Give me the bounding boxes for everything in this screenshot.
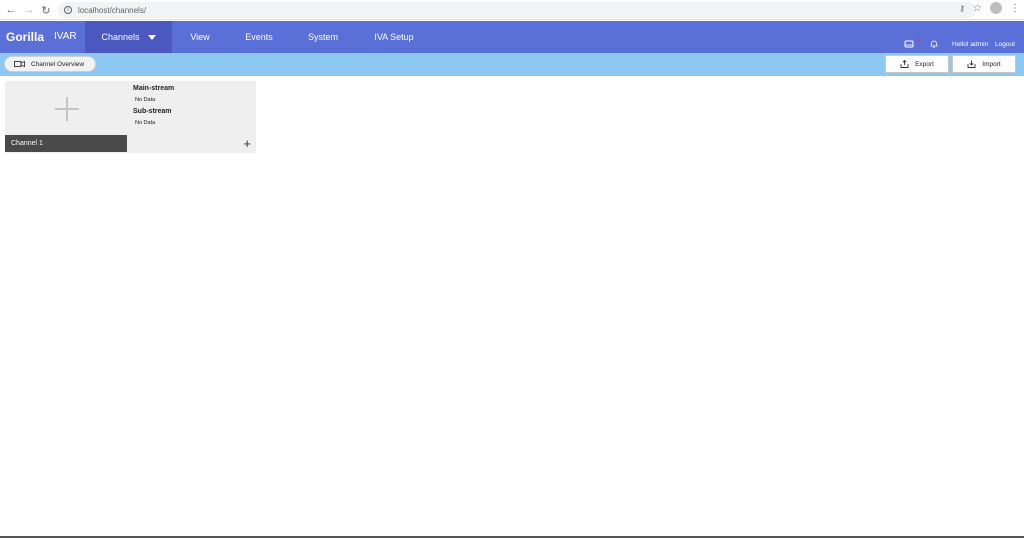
address-bar[interactable]: i localhost/channels/ (58, 2, 976, 18)
export-label: Export (915, 60, 934, 68)
sub-stream-value: No Data (135, 120, 156, 126)
main-stream-title: Main-stream (133, 85, 175, 92)
import-button[interactable]: Import (952, 55, 1016, 73)
key-icon[interactable]: ⚷ (959, 4, 965, 13)
import-label: Import (982, 60, 1001, 68)
channel-thumbnail[interactable] (5, 81, 128, 137)
tab-iva-setup[interactable]: IVA Setup (356, 21, 432, 53)
info-icon[interactable]: i (64, 6, 72, 14)
browser-menu-icon[interactable]: ⋮ (1010, 3, 1020, 14)
tab-system[interactable]: System (290, 21, 356, 53)
plus-icon (54, 97, 79, 121)
export-button[interactable]: Export (885, 55, 949, 73)
tab-iva-setup-label: IVA Setup (374, 32, 414, 42)
tab-events-label: Events (245, 32, 273, 42)
channel-card: Channel 1 Main-stream No Data Sub-stream… (5, 81, 256, 153)
browser-toolbar: ← → ↻ i localhost/channels/ ⚷ ☆ ⋮ (0, 0, 1024, 20)
user-greeting: Hello! admin (952, 41, 989, 48)
url-text: localhost/channels/ (78, 5, 147, 15)
bell-icon[interactable] (929, 40, 939, 48)
back-icon[interactable]: ← (2, 1, 20, 19)
add-stream-icon[interactable]: + (243, 137, 251, 150)
tab-channels[interactable]: Channels (85, 21, 172, 53)
star-icon[interactable]: ☆ (973, 3, 982, 14)
tab-channels-label: Channels (101, 32, 140, 42)
forward-icon[interactable]: → (20, 1, 38, 19)
storage-icon[interactable] (904, 40, 914, 48)
export-icon (900, 60, 909, 68)
sub-toolbar: Channel Overview Export Import (0, 53, 1024, 76)
tab-events[interactable]: Events (228, 21, 290, 53)
logout-link[interactable]: Logout (995, 41, 1015, 48)
brand-logo: Gorilla (6, 30, 45, 44)
channel-overview-button[interactable]: Channel Overview (4, 56, 96, 72)
channel-overview-label: Channel Overview (31, 60, 85, 68)
browser-actions: ⚷ ☆ ⋮ (959, 2, 1020, 14)
notification-dot (917, 39, 920, 42)
channel-name: Channel 1 (5, 135, 127, 152)
tab-view-label: View (190, 32, 210, 42)
reload-icon[interactable]: ↻ (37, 1, 55, 19)
app-header: Gorilla IVAR Channels View Events System… (0, 21, 1024, 53)
profile-avatar[interactable] (990, 2, 1002, 14)
tab-view[interactable]: View (172, 21, 228, 53)
import-icon (967, 60, 976, 68)
tab-system-label: System (307, 32, 338, 42)
chevron-down-icon (147, 34, 156, 40)
main-stream-value: No Data (135, 97, 156, 103)
product-name: IVAR (54, 31, 77, 42)
sub-stream-title: Sub-stream (133, 108, 172, 115)
camera-icon (14, 60, 25, 68)
